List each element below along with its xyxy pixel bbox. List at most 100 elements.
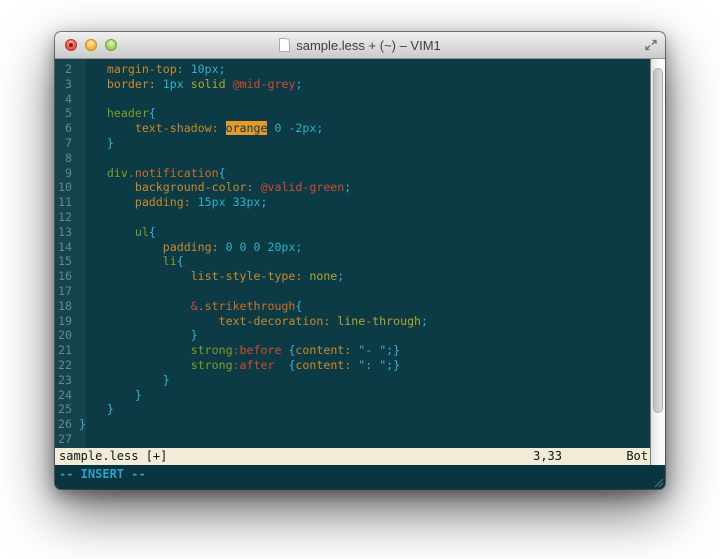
code-line: 13 ul{	[55, 225, 650, 240]
code-line: 20 }	[55, 328, 650, 343]
code-text: strong:after {content: ": ";}	[79, 358, 650, 373]
line-number: 22	[55, 358, 79, 373]
line-number: 6	[55, 121, 79, 136]
traffic-lights	[65, 39, 117, 51]
code-text: background-color: @valid-green;	[79, 180, 650, 195]
code-text: li{	[79, 254, 650, 269]
code-text	[79, 151, 650, 166]
code-text: }	[79, 388, 650, 403]
code-line: 26}	[55, 417, 650, 432]
code-line: 4	[55, 92, 650, 107]
code-line: 2 margin-top: 10px;	[55, 62, 650, 77]
code-line: 7 }	[55, 136, 650, 151]
line-number: 4	[55, 92, 79, 107]
code-line: 19 text-decoration: line-through;	[55, 314, 650, 329]
code-text: }	[79, 402, 650, 417]
code-text: border: 1px solid @mid-grey;	[79, 77, 650, 92]
line-number: 9	[55, 166, 79, 181]
fullscreen-button[interactable]	[644, 38, 658, 52]
line-number: 19	[55, 314, 79, 329]
line-number: 13	[55, 225, 79, 240]
scrollbar-thumb[interactable]	[653, 68, 663, 413]
zoom-button[interactable]	[105, 39, 117, 51]
vim-window: sample.less + (~) – VIM1 2 margin-top: 1…	[55, 32, 665, 489]
code-line: 6 text-shadow: orange 0 -2px;	[55, 121, 650, 136]
code-line: 27	[55, 432, 650, 447]
line-number: 20	[55, 328, 79, 343]
code-line: 22 strong:after {content: ": ";}	[55, 358, 650, 373]
line-number: 5	[55, 106, 79, 121]
code-text: }	[79, 373, 650, 388]
code-line: 18 &.strikethrough{	[55, 299, 650, 314]
window-title: sample.less + (~) – VIM1	[296, 38, 441, 53]
code-line: 5 header{	[55, 106, 650, 121]
line-number: 7	[55, 136, 79, 151]
code-line: 14 padding: 0 0 0 20px;	[55, 240, 650, 255]
code-line: 23 }	[55, 373, 650, 388]
code-line: 15 li{	[55, 254, 650, 269]
line-number: 10	[55, 180, 79, 195]
code-text	[79, 432, 650, 447]
code-text: strong:before {content: "- ";}	[79, 343, 650, 358]
code-line: 11 padding: 15px 33px;	[55, 195, 650, 210]
line-number: 18	[55, 299, 79, 314]
code-line: 12	[55, 210, 650, 225]
line-number: 2	[55, 62, 79, 77]
window-body: 2 margin-top: 10px;3 border: 1px solid @…	[55, 59, 665, 465]
minimize-button[interactable]	[85, 39, 97, 51]
code-line: 8	[55, 151, 650, 166]
code-line: 25 }	[55, 402, 650, 417]
editor-pane: 2 margin-top: 10px;3 border: 1px solid @…	[55, 59, 650, 465]
code-text: padding: 0 0 0 20px;	[79, 240, 650, 255]
line-number: 23	[55, 373, 79, 388]
line-number: 21	[55, 343, 79, 358]
code-line: 16 list-style-type: none;	[55, 269, 650, 284]
line-number: 14	[55, 240, 79, 255]
title-bar[interactable]: sample.less + (~) – VIM1	[55, 32, 665, 59]
status-cursor-position: 3,33	[533, 448, 562, 465]
line-number: 15	[55, 254, 79, 269]
code-lines[interactable]: 2 margin-top: 10px;3 border: 1px solid @…	[55, 59, 650, 448]
code-line: 21 strong:before {content: "- ";}	[55, 343, 650, 358]
scrollbar-track[interactable]	[650, 59, 665, 465]
line-number: 8	[55, 151, 79, 166]
code-text: text-shadow: orange 0 -2px;	[79, 121, 650, 136]
status-filename: sample.less [+]	[59, 449, 167, 463]
code-text: list-style-type: none;	[79, 269, 650, 284]
code-text: &.strikethrough{	[79, 299, 650, 314]
line-number: 17	[55, 284, 79, 299]
line-number: 3	[55, 77, 79, 92]
code-line: 3 border: 1px solid @mid-grey;	[55, 77, 650, 92]
code-text: }	[79, 328, 650, 343]
code-text: header{	[79, 106, 650, 121]
line-number: 25	[55, 402, 79, 417]
line-number: 24	[55, 388, 79, 403]
status-scroll-indicator: Bot	[626, 448, 648, 465]
vim-command-line: -- INSERT --	[55, 465, 665, 489]
resize-grip-icon[interactable]	[654, 478, 664, 488]
fullscreen-arrows-icon	[644, 38, 658, 52]
code-text: }	[79, 136, 650, 151]
window-title-group: sample.less + (~) – VIM1	[279, 38, 441, 53]
close-button[interactable]	[65, 39, 77, 51]
document-icon	[279, 38, 290, 52]
mode-indicator: -- INSERT --	[59, 467, 146, 481]
code-text: ul{	[79, 225, 650, 240]
line-number: 16	[55, 269, 79, 284]
code-line: 9 div.notification{	[55, 166, 650, 181]
code-text: margin-top: 10px;	[79, 62, 650, 77]
vim-status-bar: sample.less [+] 3,33 Bot	[55, 448, 650, 465]
code-text: padding: 15px 33px;	[79, 195, 650, 210]
code-line: 17	[55, 284, 650, 299]
line-number: 12	[55, 210, 79, 225]
line-number: 11	[55, 195, 79, 210]
code-text: div.notification{	[79, 166, 650, 181]
code-text	[79, 284, 650, 299]
code-text: }	[79, 417, 650, 432]
line-number: 26	[55, 417, 79, 432]
code-line: 24 }	[55, 388, 650, 403]
code-text	[79, 92, 650, 107]
line-number: 27	[55, 432, 79, 447]
code-line: 10 background-color: @valid-green;	[55, 180, 650, 195]
code-text: text-decoration: line-through;	[79, 314, 650, 329]
